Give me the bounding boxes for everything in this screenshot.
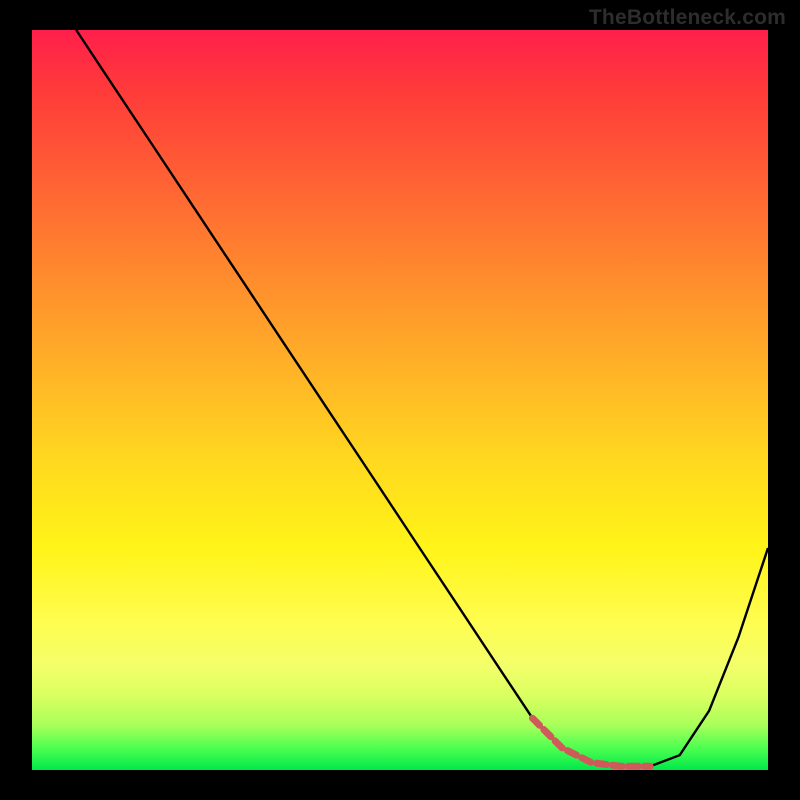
bottleneck-curve [76,30,768,766]
plot-area [32,30,768,770]
branding-watermark: TheBottleneck.com [589,6,786,30]
chart-frame: TheBottleneck.com [0,0,800,800]
optimal-range-marker [533,718,651,766]
line-chart-svg [32,30,768,770]
